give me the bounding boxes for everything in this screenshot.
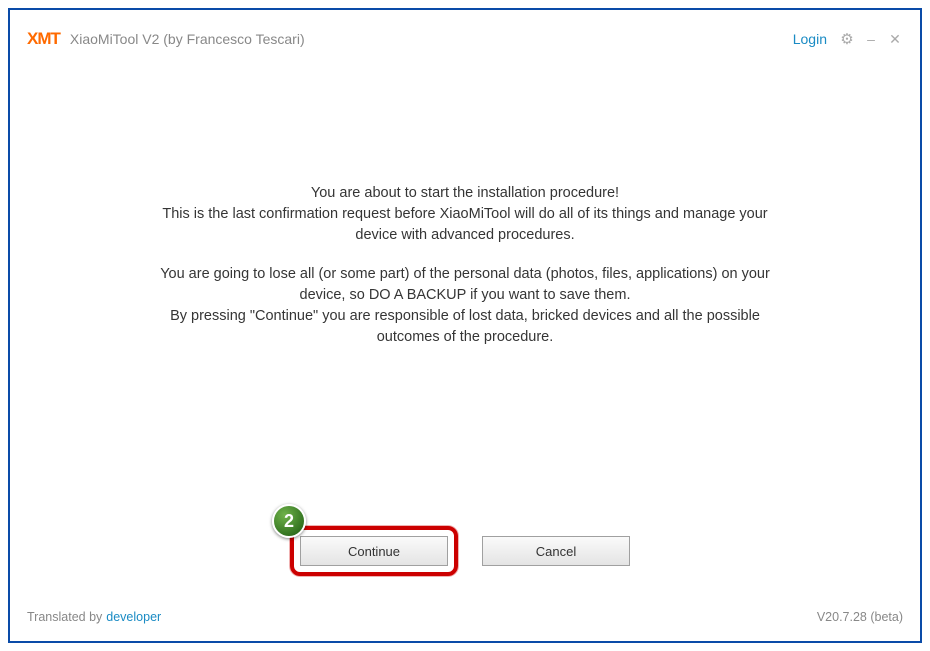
message-line: This is the last confirmation request be… xyxy=(160,204,770,225)
window-inner: XMT XiaoMiTool V2 (by Francesco Tescari)… xyxy=(25,25,905,626)
app-title: XiaoMiTool V2 (by Francesco Tescari) xyxy=(70,31,305,47)
gear-icon[interactable]: ⚙ xyxy=(839,30,855,48)
message-line: outcomes of the procedure. xyxy=(160,327,770,348)
minimize-icon[interactable]: – xyxy=(863,31,879,47)
translated-by-label: Translated by xyxy=(27,610,102,624)
message-line: device with advanced procedures. xyxy=(160,225,770,246)
window-frame: XMT XiaoMiTool V2 (by Francesco Tescari)… xyxy=(8,8,922,643)
confirmation-message: You are about to start the installation … xyxy=(160,183,770,366)
message-line: You are going to lose all (or some part)… xyxy=(160,264,770,285)
footer: Translated by developer V20.7.28 (beta) xyxy=(25,610,905,626)
developer-link[interactable]: developer xyxy=(106,610,161,624)
message-line: By pressing "Continue" you are responsib… xyxy=(160,306,770,327)
version-label: V20.7.28 (beta) xyxy=(817,610,903,624)
message-line: You are about to start the installation … xyxy=(160,183,770,204)
titlebar: XMT XiaoMiTool V2 (by Francesco Tescari)… xyxy=(25,25,905,53)
titlebar-right: Login ⚙ – ✕ xyxy=(793,30,903,48)
app-logo: XMT xyxy=(27,29,60,49)
login-link[interactable]: Login xyxy=(793,31,827,47)
button-row: Continue Cancel xyxy=(25,536,905,566)
cancel-button[interactable]: Cancel xyxy=(482,536,630,566)
continue-button[interactable]: Continue xyxy=(300,536,448,566)
message-block-1: You are about to start the installation … xyxy=(160,183,770,246)
message-block-2: You are going to lose all (or some part)… xyxy=(160,264,770,348)
close-icon[interactable]: ✕ xyxy=(887,31,903,48)
message-line: device, so DO A BACKUP if you want to sa… xyxy=(160,285,770,306)
